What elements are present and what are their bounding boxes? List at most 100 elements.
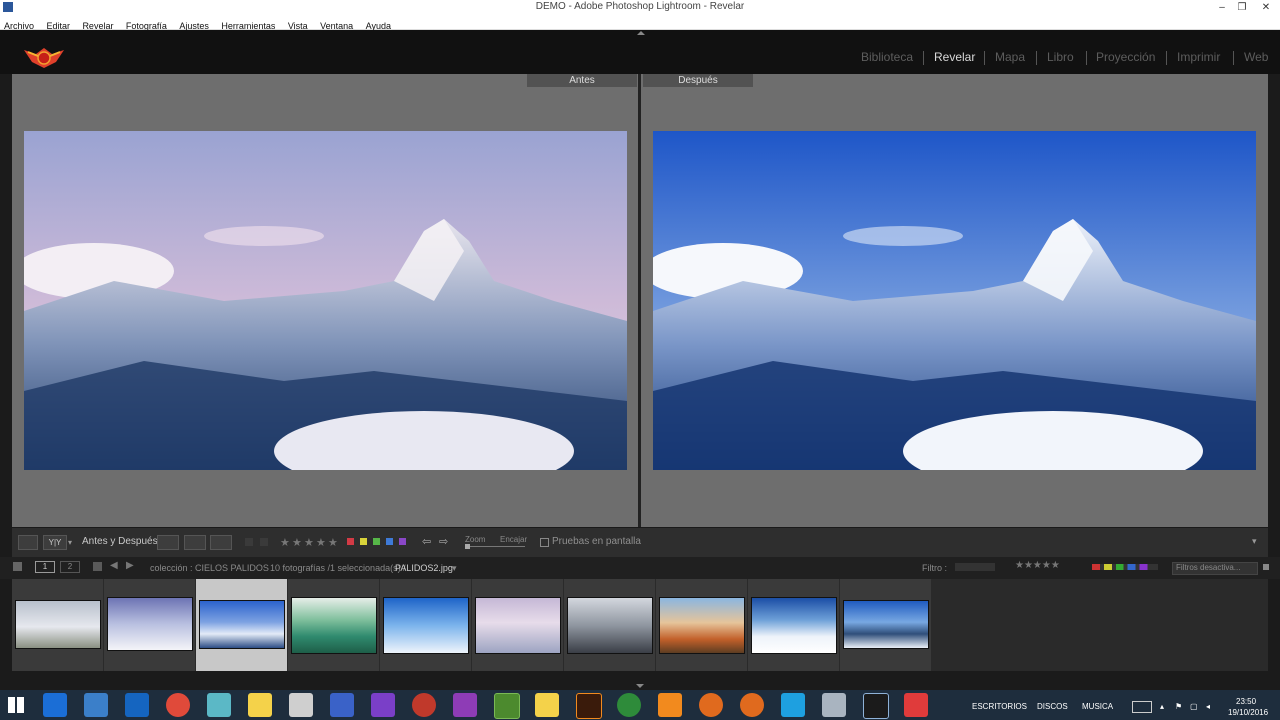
filmstrip-cell[interactable] <box>840 579 931 671</box>
collection-path[interactable]: colección : CIELOS PALIDOS <box>150 563 269 573</box>
thumbnail-castle-autumn[interactable] <box>659 597 745 654</box>
firefox-icon[interactable] <box>699 693 723 717</box>
collapse-filmstrip-icon[interactable] <box>636 684 644 688</box>
before-photo[interactable] <box>24 131 627 470</box>
thumbnail-snowy-pines-pink[interactable] <box>475 597 561 654</box>
filmstrip-cell[interactable] <box>12 579 103 671</box>
thumbnail-green-lake[interactable] <box>291 597 377 654</box>
module-revelar[interactable]: Revelar <box>934 50 975 64</box>
zoom-slider[interactable] <box>465 546 525 547</box>
file-explorer-icon[interactable] <box>535 693 559 717</box>
thumbnail-snowfield-blue[interactable] <box>751 597 837 654</box>
previous-photo-icon[interactable]: ⇦ <box>422 535 431 548</box>
rating-star-1[interactable]: ★ <box>280 536 290 549</box>
copy-after-to-before-button[interactable] <box>184 535 206 550</box>
secondary-display-icon[interactable] <box>13 562 22 571</box>
view-mode-dropdown-icon[interactable]: ▾ <box>68 538 72 547</box>
onenote-icon[interactable] <box>453 693 477 717</box>
module-mapa[interactable]: Mapa <box>995 50 1025 64</box>
clock-date[interactable]: 19/10/2016 <box>1228 708 1268 717</box>
zoom-slider-thumb[interactable] <box>465 544 470 549</box>
filename-dropdown-icon[interactable]: ▾ <box>452 563 457 574</box>
app-icon-12[interactable] <box>494 693 520 719</box>
module-proyeccion[interactable]: Proyección <box>1096 50 1155 64</box>
thumbnail-castle-winter[interactable] <box>567 597 653 654</box>
tray-discos[interactable]: DISCOS <box>1037 702 1068 711</box>
filmstrip-cell[interactable] <box>564 579 655 671</box>
close-button[interactable]: ✕ <box>1256 0 1276 15</box>
copy-before-to-after-button[interactable] <box>157 535 179 550</box>
module-biblioteca[interactable]: Biblioteca <box>861 50 913 64</box>
grid-view-icon[interactable] <box>93 562 102 571</box>
app-icon-9[interactable] <box>371 693 395 717</box>
filmstrip-cell[interactable] <box>656 579 747 671</box>
before-after-view-button[interactable]: Y|Y <box>43 535 67 550</box>
lightroom-icon[interactable] <box>863 693 889 719</box>
vlc-icon[interactable] <box>658 693 682 717</box>
back-arrow-icon[interactable]: ◀ <box>110 560 118 571</box>
current-filename[interactable]: PALIDOS2.jpg <box>395 563 453 573</box>
minimize-button[interactable]: – <box>1212 0 1232 15</box>
filter-lock-icon[interactable] <box>1263 564 1269 570</box>
main-window-button[interactable]: 1 <box>35 561 55 573</box>
clock-time[interactable]: 23:50 <box>1236 697 1256 706</box>
reject-flag-icon[interactable] <box>260 538 268 546</box>
thumbnail-snowy-trees-path[interactable] <box>843 600 929 649</box>
tray-chevron-up-icon[interactable]: ▴ <box>1160 702 1164 711</box>
chrome-icon[interactable] <box>166 693 190 717</box>
rating-star-5[interactable]: ★ <box>328 536 338 549</box>
softproof-checkbox[interactable] <box>540 538 549 547</box>
collapse-top-panel-icon[interactable] <box>637 31 645 35</box>
internet-explorer-icon[interactable] <box>43 693 67 717</box>
module-web[interactable]: Web <box>1244 50 1268 64</box>
tray-escritorios[interactable]: ESCRITORIOS <box>972 702 1027 711</box>
star-filter[interactable]: ★★★★★ <box>1015 560 1060 571</box>
color-label-yellow[interactable] <box>360 538 367 545</box>
thumbnail-matterhorn-selected[interactable] <box>199 600 285 649</box>
toolbar-options-chevron-down-icon[interactable]: ▾ <box>1252 536 1257 547</box>
after-photo[interactable] <box>653 131 1256 470</box>
filmstrip-cell[interactable] <box>104 579 195 671</box>
second-window-button[interactable]: 2 <box>60 561 80 573</box>
color-filter-swatches[interactable] <box>1092 564 1158 570</box>
thumbnail-snowy-pines-blue[interactable] <box>383 597 469 654</box>
color-label-purple[interactable] <box>399 538 406 545</box>
swap-before-after-button[interactable] <box>210 535 232 550</box>
rating-star-4[interactable]: ★ <box>316 536 326 549</box>
thumbnail-snowy-forest[interactable] <box>15 600 101 649</box>
filmstrip-cell[interactable] <box>380 579 471 671</box>
color-label-red[interactable] <box>347 538 354 545</box>
maximize-button[interactable]: ❐ <box>1232 0 1252 15</box>
app-icon-7[interactable] <box>289 693 313 717</box>
loupe-view-button[interactable] <box>18 535 38 550</box>
windows-start-icon[interactable] <box>8 697 24 713</box>
color-label-green[interactable] <box>373 538 380 545</box>
module-libro[interactable]: Libro <box>1047 50 1074 64</box>
forward-arrow-icon[interactable]: ▶ <box>126 560 134 571</box>
flag-filter-icons[interactable] <box>955 563 995 571</box>
rating-star-2[interactable]: ★ <box>292 536 302 549</box>
app-icon-15[interactable] <box>617 693 641 717</box>
module-imprimir[interactable]: Imprimir <box>1177 50 1220 64</box>
filmstrip-cell[interactable] <box>748 579 839 671</box>
flag-icon[interactable] <box>245 538 253 546</box>
nero-icon[interactable] <box>412 693 436 717</box>
filter-preset-select[interactable]: Filtros desactiva... <box>1172 562 1258 575</box>
filmstrip-cell[interactable] <box>472 579 563 671</box>
app-icon-2[interactable] <box>84 693 108 717</box>
app-icon-5[interactable] <box>207 693 231 717</box>
volume-icon[interactable]: ◂ <box>1206 702 1210 711</box>
app-icon-3[interactable] <box>125 693 149 717</box>
filmstrip-cell[interactable] <box>288 579 379 671</box>
filmstrip-cell-selected[interactable] <box>196 579 287 671</box>
skype-icon[interactable] <box>781 693 805 717</box>
tray-musica[interactable]: MUSICA <box>1082 702 1113 711</box>
rating-star-3[interactable]: ★ <box>304 536 314 549</box>
thumbnail-snow-trees-purple[interactable] <box>107 597 193 651</box>
illustrator-icon[interactable] <box>576 693 602 719</box>
firefox-alt-icon[interactable] <box>740 693 764 717</box>
display-icon[interactable]: ▢ <box>1190 702 1198 711</box>
save-app-icon[interactable] <box>330 693 354 717</box>
app-icon-22[interactable] <box>904 693 928 717</box>
network-icon[interactable]: ⚑ <box>1175 702 1182 711</box>
